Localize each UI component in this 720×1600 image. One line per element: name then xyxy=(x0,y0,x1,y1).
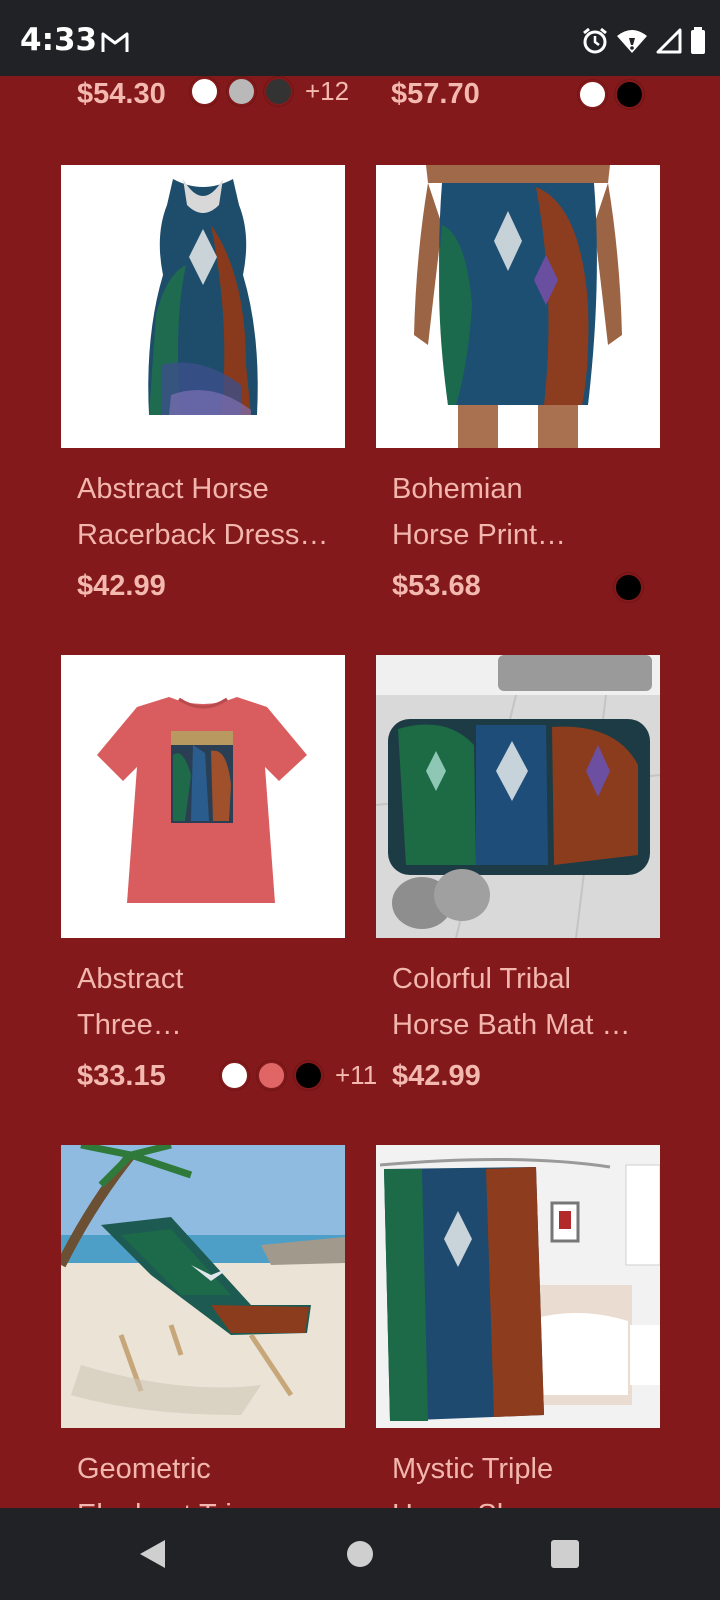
product-price-row: $33.15 +11 xyxy=(61,1054,377,1104)
product-title-line: Three… xyxy=(77,1009,182,1041)
wifi-icon xyxy=(617,30,647,53)
recents-icon[interactable] xyxy=(550,1538,580,1570)
color-swatches: +11 xyxy=(220,1060,377,1091)
more-colors-count: +11 xyxy=(335,1060,378,1090)
product-card[interactable]: Bohemian Horse Print… $53.68 xyxy=(376,165,660,614)
color-swatch-gray[interactable] xyxy=(227,77,256,106)
color-swatch-black[interactable] xyxy=(614,573,643,602)
product-price-row: $53.68 xyxy=(376,564,660,614)
partial-product-row: $54.30 +12 $57.70 xyxy=(0,76,720,136)
status-time: 4:33 xyxy=(20,22,98,58)
home-icon[interactable] xyxy=(346,1538,374,1570)
product-image[interactable] xyxy=(376,1145,660,1428)
alarm-icon xyxy=(583,27,607,54)
product-title-line: Horse Bath Mat … xyxy=(392,1009,631,1041)
product-title-line: Elephant Trio xyxy=(77,1492,345,1508)
product-price-row: $42.99 xyxy=(61,564,345,614)
status-icons xyxy=(582,27,706,55)
product-title-line: Colorful Tribal xyxy=(392,963,571,995)
product-card[interactable]: Colorful Tribal Horse Bath Mat … $42.99 xyxy=(376,655,660,1104)
product-title-line: Bohemian xyxy=(392,473,523,505)
color-swatch-black[interactable] xyxy=(615,80,644,109)
product-card[interactable]: Abstract Horse Racerback Dress… $42.99 xyxy=(61,165,345,614)
product-card[interactable]: Mystic Triple Horse Shower xyxy=(376,1145,660,1508)
product-image[interactable] xyxy=(61,165,345,448)
product-image[interactable] xyxy=(61,655,345,938)
product-title[interactable]: Colorful Tribal Horse Bath Mat … xyxy=(376,956,660,1048)
product-title[interactable]: Abstract Horse Racerback Dress… xyxy=(61,466,345,558)
product-price: $42.99 xyxy=(77,570,166,602)
product-title-line: Mystic Triple xyxy=(392,1453,554,1485)
product-title-line: Horse Shower xyxy=(392,1492,660,1508)
product-title[interactable]: Bohemian Horse Print… xyxy=(376,466,660,558)
product-title-line: Abstract Horse xyxy=(77,473,269,505)
color-swatch-red[interactable] xyxy=(257,1061,286,1090)
back-icon[interactable] xyxy=(137,1538,167,1570)
product-price: $54.30 xyxy=(77,78,166,110)
gmail-icon xyxy=(101,32,129,52)
color-swatch-black[interactable] xyxy=(294,1061,323,1090)
battery-icon xyxy=(691,27,705,54)
product-title[interactable]: Geometric Elephant Trio xyxy=(61,1446,345,1508)
product-price-row: $42.99 xyxy=(376,1054,660,1104)
signal-icon xyxy=(656,28,682,54)
product-image[interactable] xyxy=(376,655,660,938)
product-title-line: Racerback Dress… xyxy=(77,519,329,551)
product-card[interactable]: Abstract Three… $33.15 +11 xyxy=(61,655,377,1104)
product-price: $33.15 xyxy=(77,1060,166,1092)
product-grid: $54.30 +12 $57.70 Abstract Horse Racerba… xyxy=(0,76,720,1508)
more-colors-count: +12 xyxy=(305,76,350,106)
status-bar: 4:33 xyxy=(0,0,720,76)
color-swatch-white[interactable] xyxy=(578,80,607,109)
color-swatches xyxy=(578,80,644,109)
color-swatch-white[interactable] xyxy=(220,1061,249,1090)
product-title-line: Geometric xyxy=(77,1453,211,1485)
color-swatches: +12 xyxy=(190,76,349,107)
color-swatch-white[interactable] xyxy=(190,77,219,106)
product-price: $53.68 xyxy=(392,570,481,602)
product-card[interactable]: Geometric Elephant Trio xyxy=(61,1145,345,1508)
color-swatches xyxy=(614,573,643,602)
product-image[interactable] xyxy=(376,165,660,448)
product-title-line: Abstract xyxy=(77,963,184,995)
color-swatch-dark-gray[interactable] xyxy=(264,77,293,106)
product-title[interactable]: Abstract Three… xyxy=(61,956,345,1048)
product-title[interactable]: Mystic Triple Horse Shower xyxy=(376,1446,660,1508)
product-title-line: Horse Print… xyxy=(392,519,567,551)
navigation-bar xyxy=(0,1508,720,1600)
product-price: $42.99 xyxy=(392,1060,481,1092)
product-price: $57.70 xyxy=(391,78,480,110)
product-image[interactable] xyxy=(61,1145,345,1428)
